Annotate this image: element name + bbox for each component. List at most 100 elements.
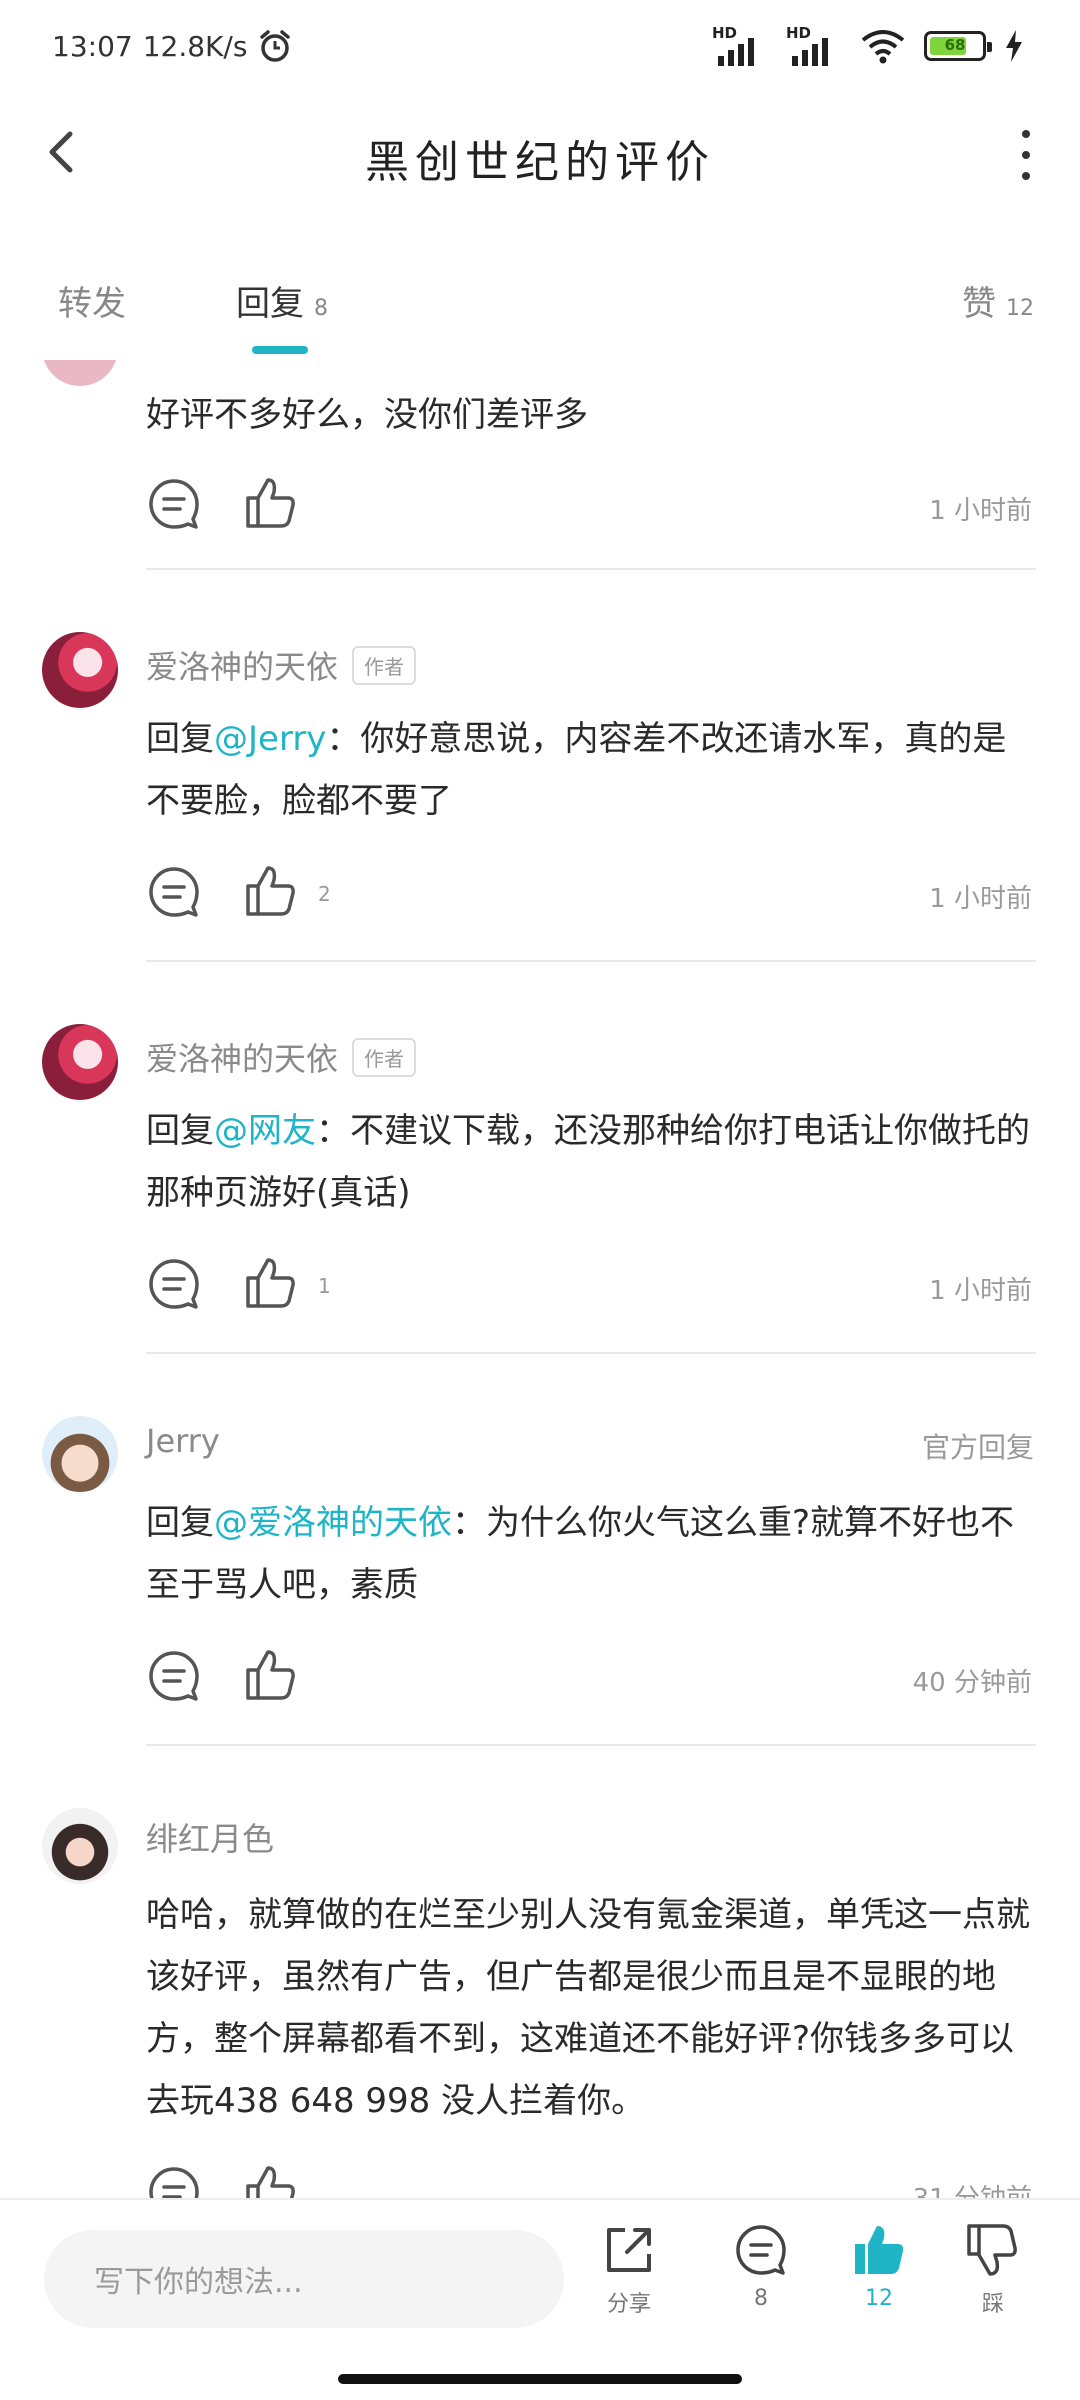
reply-prefix: 回复 xyxy=(146,719,214,759)
reply-input[interactable]: 写下你的想法... xyxy=(44,2230,564,2328)
reply-button[interactable] xyxy=(146,1256,206,1316)
tab-like-label: 赞 xyxy=(962,284,996,324)
dislike-label: 踩 xyxy=(981,2292,1004,2317)
username[interactable]: Jerry xyxy=(146,1422,220,1460)
reply-button[interactable] xyxy=(146,864,206,924)
comment-header: 爱洛神的天依 作者 xyxy=(146,642,417,688)
comment-header: Jerry xyxy=(146,1422,220,1460)
mention-link[interactable]: @爱洛神的天依 xyxy=(214,1503,452,1543)
battery-icon: 68 xyxy=(924,31,992,61)
comment-bubble-icon xyxy=(149,479,199,529)
tab-like[interactable]: 赞 12 xyxy=(962,276,1034,325)
header: 黑创世纪的评价 xyxy=(0,96,1080,216)
mention-link[interactable]: @网友 xyxy=(214,1111,316,1151)
comment-button[interactable]: 8 xyxy=(716,2222,806,2311)
like-button[interactable] xyxy=(244,1648,300,1708)
more-vertical-icon xyxy=(1022,130,1030,138)
like-button[interactable] xyxy=(244,1256,300,1316)
username[interactable]: 爱洛神的天依 xyxy=(146,642,338,688)
comment-time: 1 小时前 xyxy=(929,1276,1032,1306)
like-count: 2 xyxy=(318,882,331,906)
comment-count: 8 xyxy=(754,2286,768,2311)
comment-header: 爱洛神的天依 作者 xyxy=(146,1034,417,1080)
comment-body: 回复@爱洛神的天依：为什么你火气这么重?就算不好也不至于骂人吧，素质 xyxy=(146,1492,1036,1616)
reply-button[interactable] xyxy=(146,2164,206,2198)
thumbs-down-icon xyxy=(967,2224,1017,2276)
like-button[interactable] xyxy=(244,864,300,924)
status-right: HD HD 68 xyxy=(712,24,1024,66)
divider xyxy=(146,568,1036,570)
charging-icon xyxy=(1006,30,1022,62)
battery-level: 68 xyxy=(944,36,966,54)
avatar[interactable] xyxy=(42,1808,118,1884)
status-time: 13:07 xyxy=(52,29,133,63)
mention-link[interactable]: @Jerry xyxy=(214,719,326,759)
reply-prefix: 回复 xyxy=(146,1503,214,1543)
reply-input-placeholder: 写下你的想法... xyxy=(94,2265,303,2300)
like-count: 12 xyxy=(865,2286,893,2311)
tab-reply[interactable]: 回复 8 xyxy=(236,276,328,325)
comment-time: 1 小时前 xyxy=(929,884,1032,914)
tab-bar: 转发 回复 8 赞 12 xyxy=(0,240,1080,360)
like-count: 1 xyxy=(318,1274,331,1298)
tab-active-indicator xyxy=(252,346,308,354)
bottom-action-bar: 写下你的想法... 分享 8 12 踩 xyxy=(0,2198,1080,2360)
thumbs-up-icon xyxy=(246,1650,295,1700)
comment-actions: 1 小时前 xyxy=(146,476,1036,536)
dislike-button[interactable]: 踩 xyxy=(948,2222,1038,2318)
avatar[interactable] xyxy=(42,1024,118,1100)
comment-time: 40 分钟前 xyxy=(912,1668,1032,1698)
comment-body: 回复@Jerry：你好意思说，内容差不改还请水军，真的是不要脸，脸都不要了 xyxy=(146,708,1036,832)
share-icon xyxy=(607,2228,651,2272)
network-speed: 12.8K/s xyxy=(142,29,248,63)
comment-bubble-icon xyxy=(149,1651,199,1701)
tab-forward[interactable]: 转发 xyxy=(58,276,126,325)
comment-bubble-icon xyxy=(149,867,199,917)
official-reply-label: 官方回复 xyxy=(921,1431,1034,1464)
avatar[interactable] xyxy=(42,360,118,386)
status-left: 13:07 12.8K/s xyxy=(52,28,293,64)
comment-actions: 31 分钟前 xyxy=(146,2164,1036,2198)
like-button[interactable]: 12 xyxy=(834,2222,924,2311)
divider xyxy=(146,960,1036,962)
reply-list[interactable]: 好评不多好么，没你们差评多 1 小时前 爱洛神的天依 作者 回复@Jerry：你… xyxy=(0,360,1080,2198)
avatar[interactable] xyxy=(42,632,118,708)
username[interactable]: 绯红月色 xyxy=(146,1814,274,1860)
thumbs-up-icon xyxy=(246,2166,295,2198)
author-badge: 作者 xyxy=(352,1037,417,1077)
comment-actions: 40 分钟前 xyxy=(146,1648,1036,1708)
reply-prefix: 回复 xyxy=(146,1111,214,1151)
comment-time: 1 小时前 xyxy=(929,496,1032,526)
comment-bubble-icon xyxy=(149,2167,199,2198)
wifi-icon xyxy=(861,30,905,64)
thumbs-up-icon xyxy=(246,866,295,916)
tab-like-count: 12 xyxy=(1006,296,1034,321)
comment-body: 好评不多好么，没你们差评多 xyxy=(146,395,588,435)
reply-button[interactable] xyxy=(146,476,206,536)
username[interactable]: 爱洛神的天依 xyxy=(146,1034,338,1080)
like-button[interactable] xyxy=(244,476,300,536)
avatar[interactable] xyxy=(42,1416,118,1492)
share-button[interactable]: 分享 xyxy=(584,2222,674,2318)
page-title: 黑创世纪的评价 xyxy=(365,137,715,188)
alarm-icon xyxy=(260,30,291,62)
author-badge: 作者 xyxy=(352,645,417,685)
signal-icon: HD xyxy=(786,24,842,66)
reply-button[interactable] xyxy=(146,1648,206,1708)
divider xyxy=(146,1352,1036,1354)
home-indicator[interactable] xyxy=(338,2374,742,2384)
tab-forward-label: 转发 xyxy=(58,284,126,324)
like-button[interactable] xyxy=(244,2164,300,2198)
more-button[interactable] xyxy=(1006,130,1046,180)
comment-actions: 2 1 小时前 xyxy=(146,864,1036,924)
comment-body: 回复@网友：不建议下载，还没那种给你打电话让你做托的那种页游好(真话) xyxy=(146,1100,1036,1224)
comment-bubble-icon xyxy=(736,2225,786,2275)
status-bar: 13:07 12.8K/s HD HD 68 xyxy=(0,0,1080,96)
comment-actions: 1 1 小时前 xyxy=(146,1256,1036,1316)
share-label: 分享 xyxy=(606,2292,651,2317)
divider xyxy=(146,1744,1036,1746)
comment-header: 绯红月色 xyxy=(146,1814,274,1860)
comment-body: 哈哈，就算做的在烂至少别人没有氪金渠道，单凭这一点就该好评，虽然有广告，但广告都… xyxy=(146,1895,1030,2121)
comment-time: 31 分钟前 xyxy=(913,2178,1032,2198)
tab-reply-count: 8 xyxy=(314,296,328,321)
